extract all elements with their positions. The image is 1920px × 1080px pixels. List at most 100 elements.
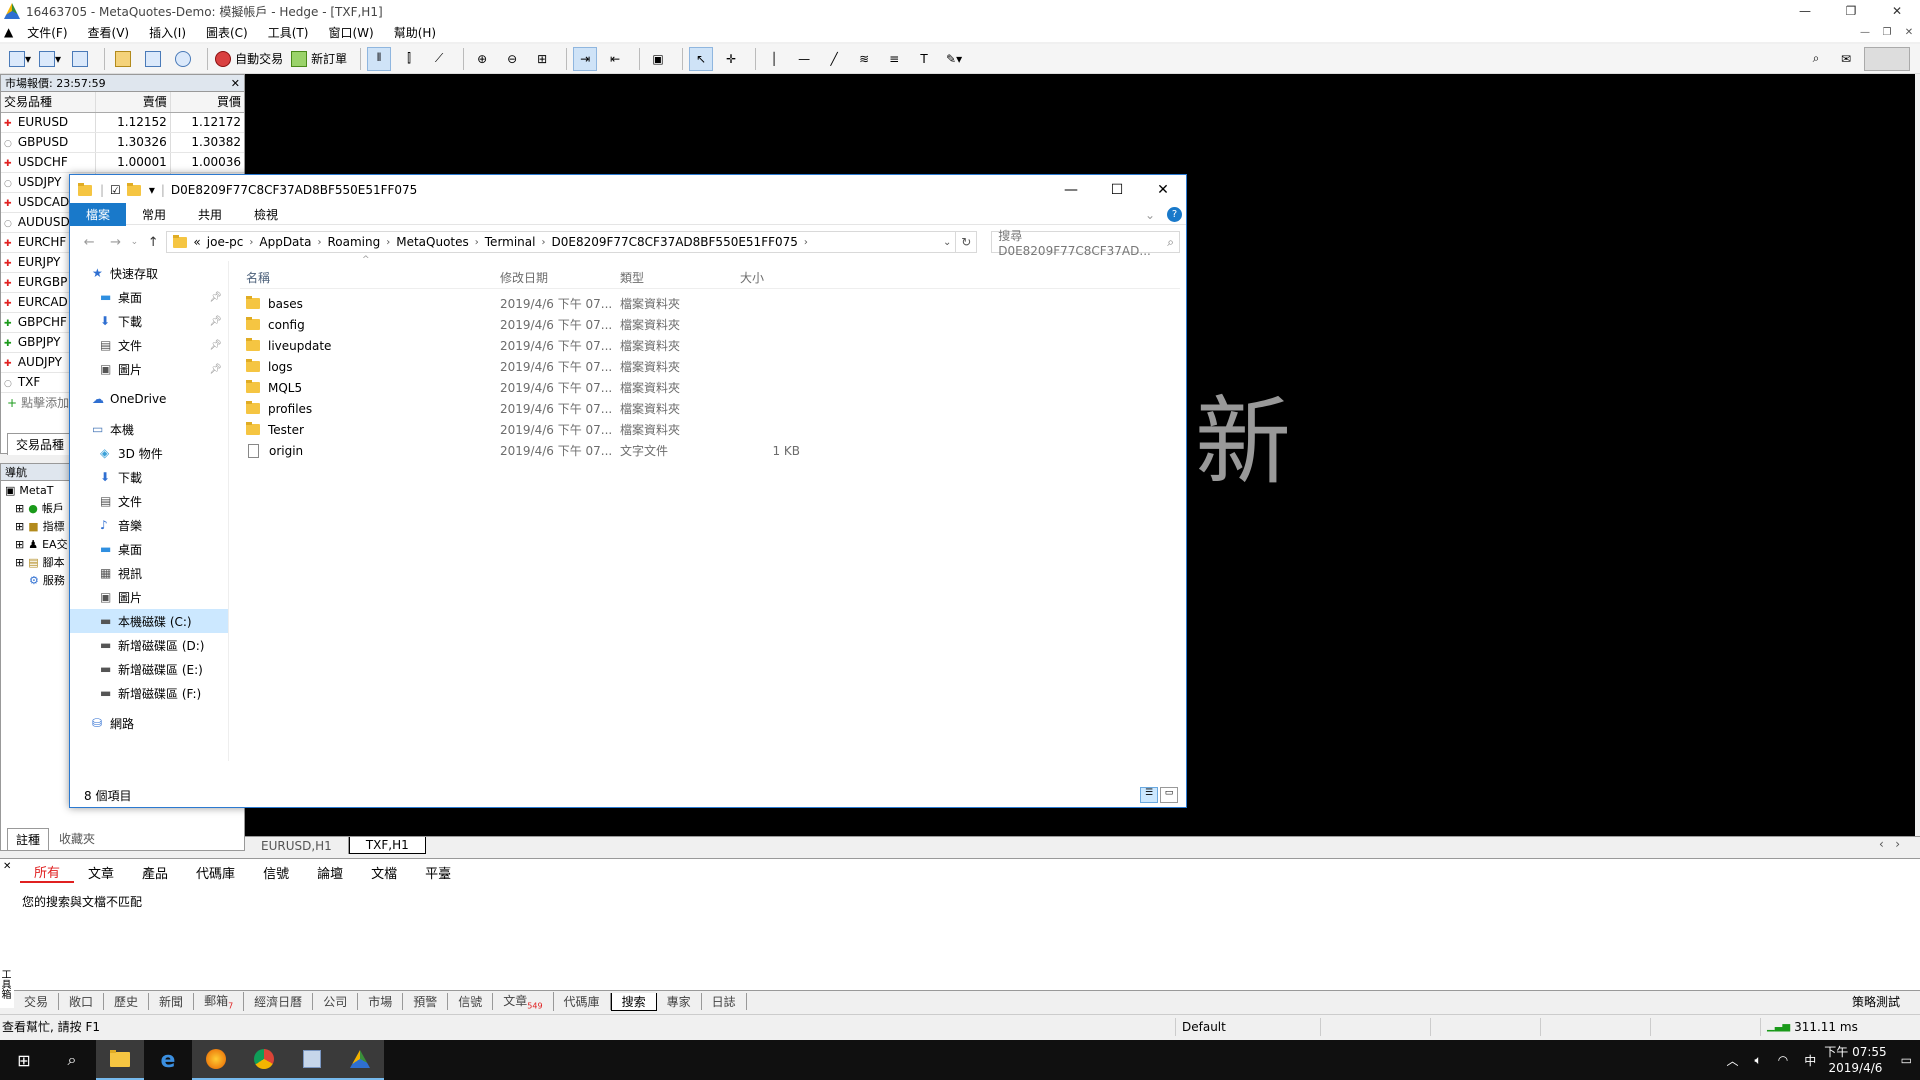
chrome-taskbar-button[interactable]	[240, 1040, 288, 1080]
toolbox-tab[interactable]: 搜索	[610, 992, 657, 1011]
toolbox-tab[interactable]: 代碼庫	[554, 993, 611, 1010]
sidebar-item[interactable]: ▬ 桌面	[70, 537, 228, 561]
toolbox-tab[interactable]: 預警	[403, 993, 449, 1010]
back-button[interactable]: ←	[76, 235, 102, 250]
cursor-button[interactable]: ↖	[689, 46, 714, 71]
properties-icon[interactable]: ☑	[110, 183, 121, 197]
metatrader-taskbar-button[interactable]	[336, 1040, 384, 1080]
sidebar-item[interactable]: ⬇ 下載	[70, 465, 228, 489]
sidebar-item[interactable]: ▬ 本機磁碟 (C:)	[70, 609, 228, 633]
market-watch-button[interactable]	[68, 47, 92, 71]
firefox-taskbar-button[interactable]	[192, 1040, 240, 1080]
column-bid[interactable]: 賣價	[95, 92, 171, 113]
clock[interactable]: 下午 07:55 2019/4/6	[1824, 1044, 1886, 1076]
equidistant-channel-button[interactable]: ≡	[882, 47, 906, 71]
vertical-line-button[interactable]: │	[762, 47, 786, 71]
search-tab[interactable]: 文檔	[357, 863, 411, 882]
navigator-button[interactable]	[111, 47, 135, 71]
trend-line-button[interactable]: ╱	[822, 47, 846, 71]
breadcrumb-item[interactable]: MetaQuotes	[396, 235, 469, 249]
column-symbol[interactable]: 交易品種	[1, 92, 96, 113]
file-row[interactable]: config 2019/4/6 下午 07... 檔案資料夾	[240, 314, 1180, 335]
search-tab[interactable]: 所有	[20, 862, 75, 883]
market-watch-row[interactable]: ✚ EURUSD 1.12152 1.12172	[1, 112, 244, 133]
close-button[interactable]: ✕	[1874, 4, 1920, 18]
app-taskbar-button[interactable]	[288, 1040, 336, 1080]
horizontal-line-button[interactable]: —	[792, 47, 816, 71]
tab-favorites[interactable]: 收藏夾	[49, 828, 105, 850]
sidebar-item[interactable]: ☁ OneDrive	[70, 387, 228, 411]
indicators-button[interactable]: ▣	[646, 47, 670, 71]
search-button[interactable]: ⌕	[1804, 47, 1828, 71]
start-button[interactable]: ⊞	[0, 1040, 48, 1080]
strategy-tester-tab[interactable]: 策略測試	[1852, 993, 1900, 1010]
data-window-button[interactable]	[141, 47, 165, 71]
bar-chart-button[interactable]: 𝍪	[367, 46, 392, 71]
auto-trading-button[interactable]: 自動交易	[214, 47, 284, 71]
close-button[interactable]: ✕	[1140, 182, 1186, 198]
tab-common[interactable]: 註種	[7, 828, 50, 850]
pin-icon[interactable]: 📌︎	[209, 364, 222, 375]
quick-access-toolbar-dropdown[interactable]: ▾	[149, 183, 155, 197]
chevron-right-icon[interactable]: ›	[804, 237, 808, 248]
search-box[interactable]	[1864, 46, 1910, 71]
tab-eurusd-h1[interactable]: EURUSD,H1	[245, 837, 349, 854]
pin-icon[interactable]: 📌︎	[209, 340, 222, 351]
breadcrumb-item[interactable]: Roaming	[327, 235, 380, 249]
ribbon-tab-view[interactable]: 檢視	[238, 203, 294, 226]
text-tool-button[interactable]: T	[912, 47, 936, 71]
toolbox-tab[interactable]: 經濟日曆	[244, 993, 314, 1010]
file-row[interactable]: liveupdate 2019/4/6 下午 07... 檔案資料夾	[240, 335, 1180, 356]
column-type[interactable]: 類型	[620, 269, 740, 286]
sidebar-item[interactable]: ⬇ 下載 📌︎	[70, 309, 228, 333]
search-tab[interactable]: 產品	[128, 863, 182, 882]
toolbox-tab[interactable]: 歷史	[104, 993, 150, 1010]
toolbox-tab[interactable]: 專家	[657, 993, 702, 1010]
details-view-icon[interactable]: ☰	[1140, 787, 1158, 803]
menu-help[interactable]: 幫助(H)	[384, 24, 446, 41]
breadcrumb-item[interactable]: joe-pc	[207, 235, 244, 249]
sidebar-item[interactable]: ▬ 桌面 📌︎	[70, 285, 228, 309]
file-row[interactable]: origin 2019/4/6 下午 07... 文字文件 1 KB	[240, 440, 1180, 461]
sidebar-item[interactable]: ▬ 新增磁碟區 (D:)	[70, 633, 228, 657]
toolbox-tab[interactable]: 文章549	[493, 992, 554, 1011]
line-chart-button[interactable]: ⟋	[427, 47, 451, 71]
sidebar-item[interactable]: ▤ 文件	[70, 489, 228, 513]
chart-shift-button[interactable]: ⇤	[603, 47, 627, 71]
app-menu-icon[interactable]: ▲	[0, 25, 17, 39]
column-name[interactable]: 名稱	[240, 269, 500, 286]
close-icon[interactable]: ✕	[231, 77, 240, 90]
menu-charts[interactable]: 圖表(C)	[196, 24, 258, 41]
chevron-right-icon[interactable]: ›	[386, 237, 390, 248]
search-tab[interactable]: 代碼庫	[182, 863, 249, 882]
search-input[interactable]: 搜尋 D0E8209F77C8CF37AD... ⌕	[991, 229, 1181, 258]
crosshair-button[interactable]: ✛	[719, 47, 743, 71]
sidebar-item[interactable]: ▦ 視訊	[70, 561, 228, 585]
ribbon-tab-file[interactable]: 檔案	[70, 203, 127, 226]
refresh-button[interactable]: ↻	[956, 231, 978, 253]
file-explorer-taskbar-button[interactable]	[96, 1040, 144, 1080]
close-icon[interactable]: ✕	[3, 861, 11, 872]
menu-insert[interactable]: 插入(I)	[139, 24, 196, 41]
file-row[interactable]: Tester 2019/4/6 下午 07... 檔案資料夾	[240, 419, 1180, 440]
toolbox-tab[interactable]: 信號	[448, 993, 494, 1010]
child-minimize-button[interactable]: —	[1854, 27, 1876, 38]
breadcrumb-overflow[interactable]: «	[193, 235, 200, 249]
zoom-in-button[interactable]: ⊕	[470, 47, 494, 71]
sidebar-item[interactable]: ▬ 新增磁碟區 (E:)	[70, 657, 228, 681]
search-tab[interactable]: 平臺	[411, 863, 465, 882]
forward-button[interactable]: →	[102, 235, 128, 250]
zoom-out-button[interactable]: ⊖	[500, 47, 524, 71]
sidebar-item[interactable]: ▬ 新增磁碟區 (F:)	[70, 681, 228, 705]
new-chart-button[interactable]: ▾	[8, 47, 32, 71]
sidebar-item[interactable]: ▭ 本機	[70, 417, 228, 441]
tab-scroll-arrows[interactable]: ‹ ›	[1879, 837, 1900, 854]
pin-icon[interactable]: 📌︎	[209, 316, 222, 327]
breadcrumb-item[interactable]: D0E8209F77C8CF37AD8BF550E51FF075	[551, 235, 797, 249]
file-row[interactable]: logs 2019/4/6 下午 07... 檔案資料夾	[240, 356, 1180, 377]
large-icons-view-icon[interactable]: ▭	[1160, 787, 1178, 803]
notifications-icon[interactable]: ▭	[1901, 1053, 1912, 1067]
address-bar[interactable]: « joe-pc › AppData › Roaming › MetaQuotes › …	[166, 231, 957, 253]
menu-file[interactable]: 文件(F)	[17, 24, 77, 41]
tile-windows-button[interactable]: ⊞	[530, 47, 554, 71]
